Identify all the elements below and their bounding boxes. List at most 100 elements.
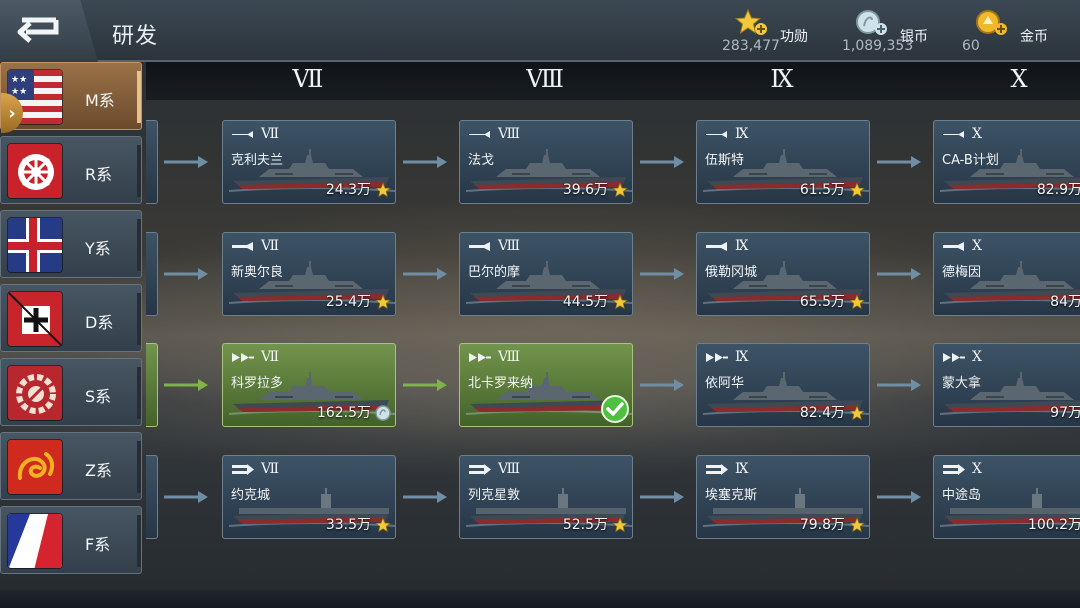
research-cost: 39.6万 xyxy=(562,182,608,198)
nation-tab-z[interactable]: Z系 xyxy=(0,432,142,500)
heavy-cruiser-class-icon xyxy=(943,241,964,251)
research-cost: 61.5万 xyxy=(799,182,845,198)
carrier-class-icon xyxy=(706,463,728,475)
ship-card[interactable]: Ⅸ 埃塞克斯 79.8万 xyxy=(696,455,870,539)
ship-name: CA-B计划 xyxy=(942,153,999,168)
ship-tier: Ⅶ xyxy=(261,461,280,477)
tech-tree: Ⅶ 克利夫兰 24.3万 Ⅷ 法戈 39.6万 Ⅸ 伍斯特 61.5万 Ⅹ CA-B计划 82.9万 Ⅶ… xyxy=(0,0,1080,608)
ship-name: 科罗拉多 xyxy=(231,376,284,391)
carrier-class-icon xyxy=(232,463,254,475)
research-cost: 52.5万 xyxy=(562,517,608,533)
ship-tier: Ⅶ xyxy=(261,238,280,254)
d-faction-flag-icon xyxy=(7,291,63,347)
star-merit-icon xyxy=(849,405,865,421)
battleship-class-icon xyxy=(943,352,965,362)
ship-card[interactable]: Ⅶ 克利夫兰 24.3万 xyxy=(222,120,396,204)
ship-card[interactable]: Ⅶ 科罗拉多 162.5万 xyxy=(222,343,396,427)
progression-arrow-icon xyxy=(403,268,447,280)
nation-tab-s[interactable]: S系 xyxy=(0,358,142,426)
progression-arrow-icon xyxy=(640,268,684,280)
f-faction-flag-icon xyxy=(7,513,63,569)
y-faction-flag-icon xyxy=(7,217,63,273)
ship-card[interactable]: Ⅸ 伍斯特 61.5万 xyxy=(696,120,870,204)
ship-name: 约克城 xyxy=(231,488,271,503)
ship-tier-info: Ⅸ xyxy=(705,238,749,254)
heavy-cruiser-class-icon xyxy=(469,241,490,251)
nation-tab-y[interactable]: Y系 xyxy=(0,210,142,278)
research-cost: 84万 xyxy=(1050,294,1080,310)
previous-tier-card[interactable] xyxy=(146,120,158,204)
ship-card[interactable]: Ⅷ 法戈 39.6万 xyxy=(459,120,633,204)
progression-arrow-icon xyxy=(403,379,447,391)
star-merit-icon xyxy=(849,182,865,198)
ship-tier: Ⅶ xyxy=(261,349,280,365)
ship-tier: Ⅷ xyxy=(498,349,521,365)
research-cost: 24.3万 xyxy=(325,182,371,198)
ship-tier-info: Ⅶ xyxy=(231,461,279,477)
ship-card[interactable]: Ⅹ 中途岛 100.2万 xyxy=(933,455,1080,539)
ship-card[interactable]: Ⅶ 约克城 33.5万 xyxy=(222,455,396,539)
ship-tier-info: Ⅷ xyxy=(468,238,520,254)
cruiser-class-icon xyxy=(943,130,964,138)
cruiser-class-icon xyxy=(232,130,253,138)
s-faction-flag-icon xyxy=(7,365,63,421)
bottom-bar xyxy=(0,590,1080,608)
research-cost: 25.4万 xyxy=(325,294,371,310)
nation-tab-r[interactable]: R系 xyxy=(0,136,142,204)
ship-card[interactable]: Ⅶ 新奥尔良 25.4万 xyxy=(222,232,396,316)
ship-tier-info: Ⅸ xyxy=(705,349,749,365)
ship-tier: Ⅸ xyxy=(735,126,749,142)
ship-tier: Ⅸ xyxy=(735,349,749,365)
r-faction-flag-icon xyxy=(7,143,63,199)
progression-arrow-icon xyxy=(164,491,208,503)
previous-tier-card[interactable] xyxy=(146,232,158,316)
heavy-cruiser-class-icon xyxy=(232,241,253,251)
ship-card[interactable]: Ⅷ 北卡罗来纳 xyxy=(459,343,633,427)
ship-tier-info: Ⅸ xyxy=(705,126,749,142)
research-cost: 162.5万 xyxy=(316,405,371,421)
nation-tab-f[interactable]: F系 xyxy=(0,506,142,574)
progression-arrow-icon xyxy=(164,379,208,391)
nation-sidebar: ★★ ★★ M系 › R系 Y系 D系 S系 Z系 F系 xyxy=(0,62,145,608)
star-merit-icon xyxy=(375,182,391,198)
ship-card[interactable]: Ⅸ 依阿华 82.4万 xyxy=(696,343,870,427)
ship-tier: Ⅹ xyxy=(972,126,982,142)
ship-name: 新奥尔良 xyxy=(231,265,284,280)
research-cost: 33.5万 xyxy=(325,517,371,533)
ship-card[interactable]: Ⅷ 列克星敦 52.5万 xyxy=(459,455,633,539)
previous-tier-card[interactable] xyxy=(146,455,158,539)
ship-name: 法戈 xyxy=(468,153,495,168)
ship-tier-info: Ⅷ xyxy=(468,349,520,365)
ship-tier-info: Ⅷ xyxy=(468,461,520,477)
progression-arrow-icon xyxy=(877,156,921,168)
ship-tier: Ⅶ xyxy=(261,126,280,142)
ship-card[interactable]: Ⅹ 蒙大拿 97万 xyxy=(933,343,1080,427)
silver-coin-icon xyxy=(375,405,391,421)
ship-tier-info: Ⅹ xyxy=(942,238,982,254)
progression-arrow-icon xyxy=(164,268,208,280)
ship-name: 列克星敦 xyxy=(468,488,521,503)
ship-tier-info: Ⅹ xyxy=(942,461,982,477)
carrier-class-icon xyxy=(943,463,965,475)
ship-tier-info: Ⅹ xyxy=(942,349,982,365)
research-cost: 100.2万 xyxy=(1027,517,1080,533)
research-cost: 79.8万 xyxy=(799,517,845,533)
heavy-cruiser-class-icon xyxy=(706,241,727,251)
progression-arrow-icon xyxy=(640,491,684,503)
progression-arrow-icon xyxy=(403,491,447,503)
owned-check-icon xyxy=(601,395,629,423)
ship-tier: Ⅸ xyxy=(735,461,749,477)
ship-card[interactable]: Ⅸ 俄勒冈城 65.5万 xyxy=(696,232,870,316)
ship-tier: Ⅸ xyxy=(735,238,749,254)
ship-card[interactable]: Ⅹ CA-B计划 82.9万 xyxy=(933,120,1080,204)
ship-card[interactable]: Ⅷ 巴尔的摩 44.5万 xyxy=(459,232,633,316)
previous-tier-card[interactable] xyxy=(146,343,158,427)
cruiser-class-icon xyxy=(706,130,727,138)
ship-card[interactable]: Ⅹ 德梅因 84万 xyxy=(933,232,1080,316)
ship-name: 中途岛 xyxy=(942,488,982,503)
progression-arrow-icon xyxy=(640,379,684,391)
nation-tab-m[interactable]: ★★ ★★ M系 › xyxy=(0,62,142,133)
battleship-class-icon xyxy=(469,352,491,362)
star-merit-icon xyxy=(612,182,628,198)
nation-tab-d[interactable]: D系 xyxy=(0,284,142,352)
